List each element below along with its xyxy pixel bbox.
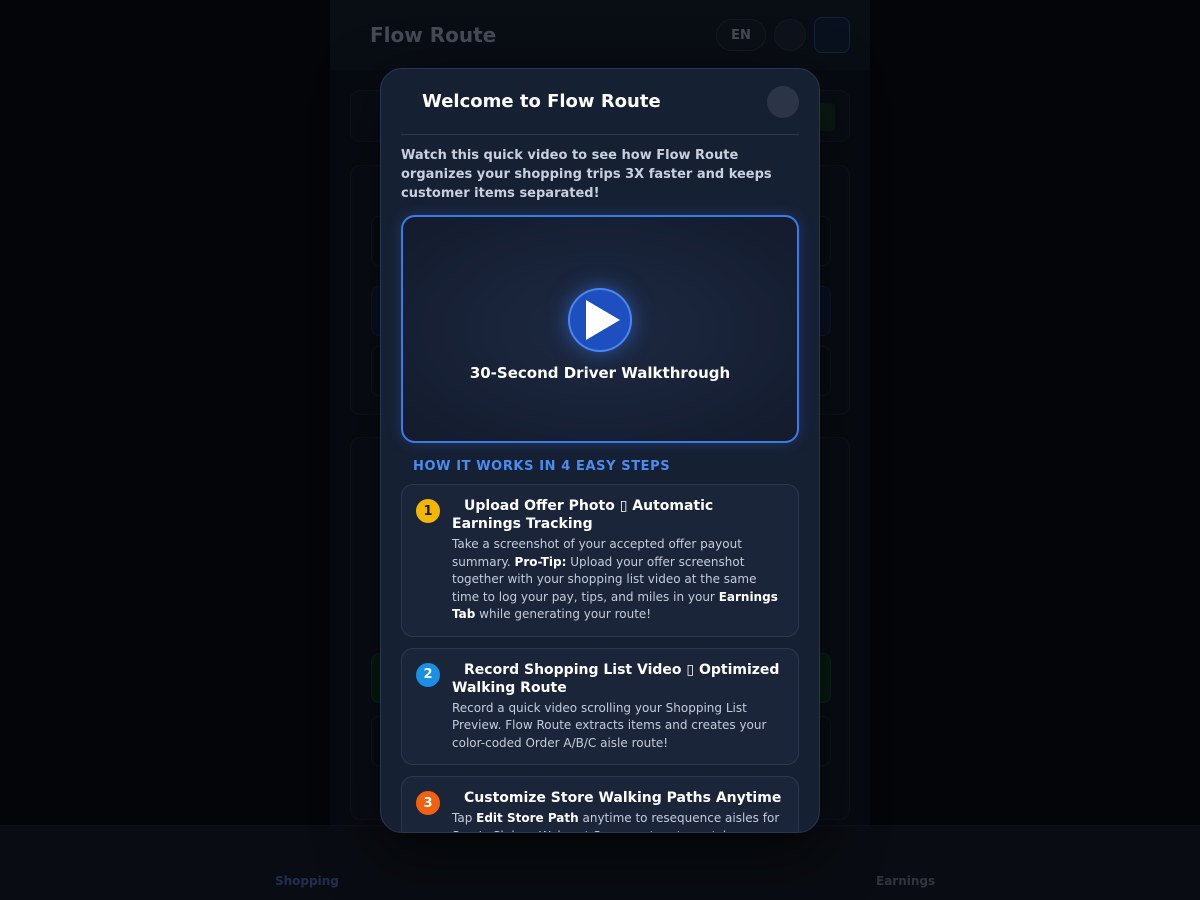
welcome-modal: Welcome to Flow Route Watch this quick v… bbox=[380, 68, 820, 833]
step-body: Tap Edit Store Path anytime to resequenc… bbox=[452, 811, 780, 832]
pro-tip-label: Pro-Tip: bbox=[514, 554, 567, 569]
play-button[interactable] bbox=[568, 288, 632, 352]
modal-title: Welcome to Flow Route bbox=[422, 91, 661, 112]
step-card-3: 3 Customize Store Walking Paths Anytime … bbox=[401, 776, 799, 832]
play-icon bbox=[586, 300, 620, 340]
edit-store-path-term: Edit Store Path bbox=[476, 811, 579, 825]
step-number: 1 bbox=[416, 499, 440, 523]
step-title: Customize Store Walking Paths Anytime bbox=[464, 790, 782, 806]
video-label: 30-Second Driver Walkthrough bbox=[469, 364, 731, 382]
section-label: HOW IT WORKS IN 4 EASY STEPS bbox=[413, 459, 671, 474]
step-number: 2 bbox=[416, 662, 440, 687]
steps-list: 1 Upload Offer Photo ▯ Automatic Earning… bbox=[401, 484, 799, 832]
step-number: 3 bbox=[416, 791, 440, 815]
close-button[interactable] bbox=[767, 85, 799, 118]
step-title: Record Shopping List Video ▯ Optimized W… bbox=[452, 661, 780, 696]
step-body: Take a screenshot of your accepted offer… bbox=[452, 537, 778, 621]
step-card-2: 2 Record Shopping List Video ▯ Optimized… bbox=[401, 647, 799, 765]
modal-intro: Watch this quick video to see how Flow R… bbox=[401, 148, 772, 201]
step-title: Upload Offer Photo ▯ Automatic Earnings … bbox=[452, 498, 714, 532]
step-body: Record a quick video scrolling your Shop… bbox=[452, 700, 767, 750]
step-card-1: 1 Upload Offer Photo ▯ Automatic Earning… bbox=[401, 484, 799, 637]
video-player[interactable]: 30-Second Driver Walkthrough bbox=[401, 215, 799, 443]
modal-header: Welcome to Flow Route bbox=[401, 69, 799, 135]
